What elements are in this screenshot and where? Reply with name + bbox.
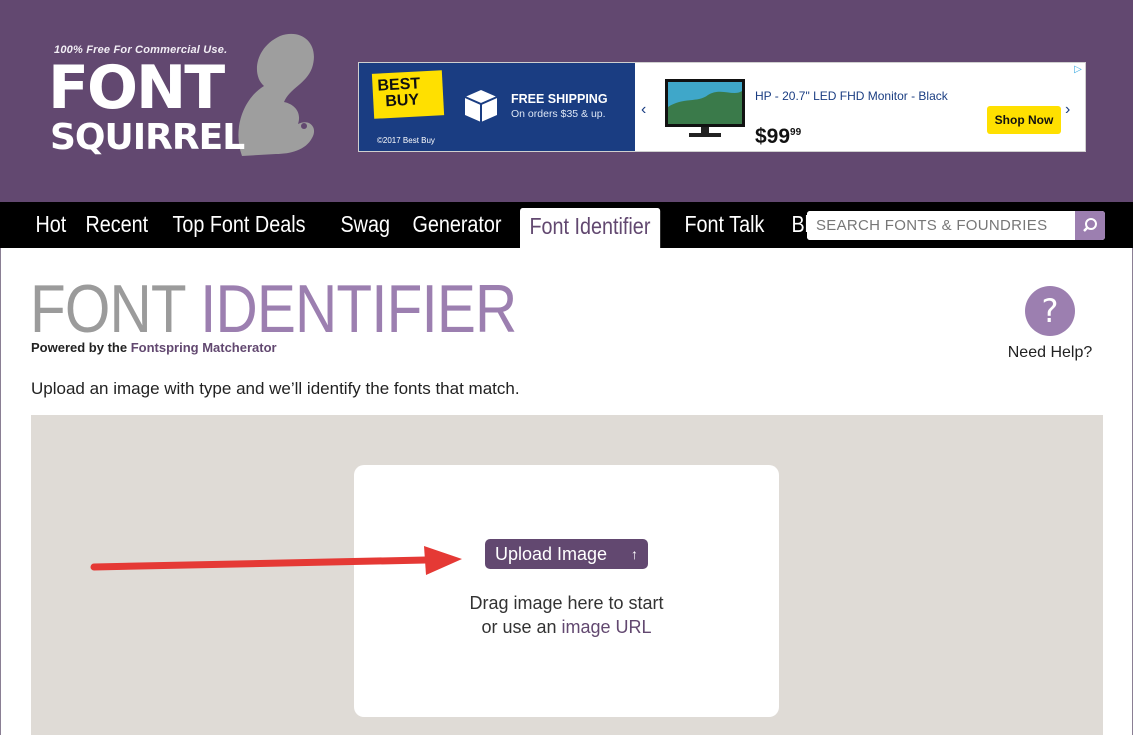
ad-price-cents: 99 bbox=[790, 127, 802, 138]
free-shipping-title: FREE SHIPPING bbox=[511, 92, 608, 106]
search-button[interactable] bbox=[1075, 211, 1105, 240]
page-title: FONT IDENTIFIER bbox=[30, 270, 517, 348]
ad-next-chevron-icon[interactable]: › bbox=[1065, 101, 1070, 119]
ad-product-name[interactable]: HP - 20.7" LED FHD Monitor - Black bbox=[755, 89, 948, 103]
ad-price-dollars: $99 bbox=[755, 125, 791, 148]
drag-line-2: or use an image URL bbox=[354, 615, 779, 639]
drag-line-1: Drag image here to start bbox=[469, 593, 664, 613]
ad-brand-panel: BEST BUY ©2017 Best Buy FREE SHIPPING On… bbox=[359, 63, 635, 151]
image-url-link[interactable]: image URL bbox=[562, 617, 652, 637]
site-header: 100% Free For Commercial Use. FONT SQUIR… bbox=[0, 0, 1133, 202]
search-input[interactable] bbox=[807, 211, 1075, 240]
free-shipping-subtitle: On orders $35 & up. bbox=[511, 108, 606, 120]
nav-item-font-identifier[interactable]: Font Identifier bbox=[520, 208, 661, 248]
nav-item-swag[interactable]: Swag bbox=[331, 202, 399, 248]
logo-word-squirrel: SQUIRREL bbox=[50, 117, 245, 158]
adchoices-icon[interactable]: ▷ bbox=[1071, 63, 1085, 77]
upload-image-label: Upload Image bbox=[495, 544, 608, 564]
nav-item-recent[interactable]: Recent bbox=[76, 202, 158, 248]
upload-card: Upload Image ↑ Drag image here to start … bbox=[354, 465, 779, 717]
best-buy-logo-line2: BUY bbox=[384, 91, 420, 111]
ad-prev-chevron-icon[interactable]: ‹ bbox=[641, 101, 646, 119]
fontspring-matcherator-link[interactable]: Fontspring Matcherator bbox=[131, 340, 277, 355]
advertisement-banner[interactable]: BEST BUY ©2017 Best Buy FREE SHIPPING On… bbox=[358, 62, 1086, 152]
ad-product-price: $9999 bbox=[755, 125, 801, 149]
font-squirrel-logo[interactable]: 100% Free For Commercial Use. FONT SQUIR… bbox=[42, 28, 315, 173]
need-help-button[interactable]: ? Need Help? bbox=[1005, 286, 1095, 366]
powered-by-prefix: Powered by the bbox=[31, 340, 128, 355]
shipping-box-icon bbox=[464, 90, 498, 122]
nav-item-top-font-deals[interactable]: Top Font Deals bbox=[163, 202, 315, 248]
nav-item-hot[interactable]: Hot bbox=[26, 202, 76, 248]
help-question-icon: ? bbox=[1025, 286, 1075, 336]
nav-list: Hot Recent Top Font Deals Swag Generator… bbox=[26, 202, 842, 248]
best-buy-logo: BEST BUY bbox=[371, 70, 445, 119]
shop-now-button[interactable]: Shop Now bbox=[987, 106, 1061, 134]
drag-instructions: Drag image here to start or use an image… bbox=[354, 591, 779, 639]
page-title-part1: FONT bbox=[30, 271, 186, 347]
logo-word-font: FONT bbox=[48, 53, 225, 123]
search-icon bbox=[1083, 218, 1097, 232]
drag-line-2-prefix: or use an bbox=[481, 617, 557, 637]
intro-text: Upload an image with type and we’ll iden… bbox=[31, 379, 520, 398]
monitor-product-image[interactable] bbox=[663, 77, 747, 141]
upload-image-button[interactable]: Upload Image ↑ bbox=[485, 539, 648, 569]
nav-item-generator[interactable]: Generator bbox=[403, 202, 511, 248]
powered-by: Powered by the Fontspring Matcherator bbox=[31, 340, 277, 355]
page-title-part2: IDENTIFIER bbox=[200, 271, 517, 347]
need-help-label: Need Help? bbox=[1007, 344, 1093, 361]
annotation-red-arrow-icon bbox=[90, 546, 462, 575]
ad-copyright: ©2017 Best Buy bbox=[377, 136, 435, 145]
nav-item-font-talk[interactable]: Font Talk bbox=[675, 202, 774, 248]
search-box bbox=[807, 211, 1105, 240]
upload-arrow-icon: ↑ bbox=[631, 546, 638, 562]
